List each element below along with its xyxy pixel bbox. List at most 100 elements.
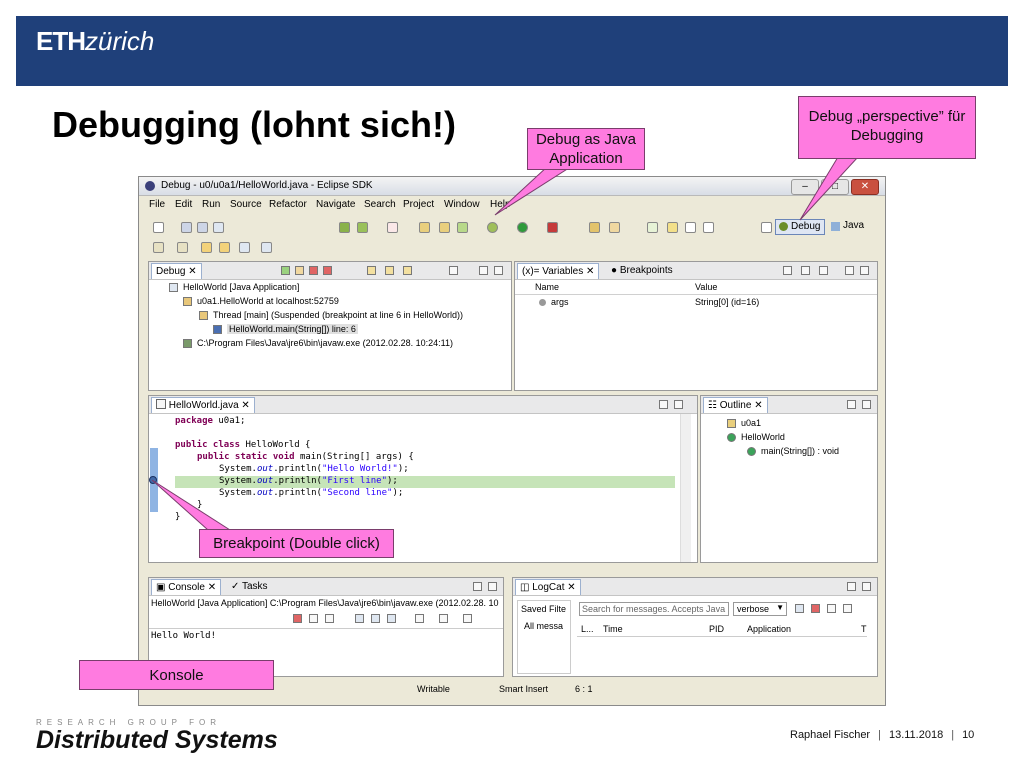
tab-debug[interactable]: Debug ✕ — [151, 263, 202, 279]
menu-window[interactable]: Window — [444, 199, 480, 210]
android-sdk-icon[interactable] — [339, 222, 350, 233]
column-application[interactable]: Application — [747, 624, 791, 634]
column-tag[interactable]: T — [861, 624, 867, 634]
tab-variables[interactable]: (x)= Variables ✕ — [517, 263, 600, 279]
forward-icon[interactable] — [239, 242, 250, 253]
all-messages-item[interactable]: All messa — [524, 621, 563, 631]
disconnect-icon[interactable] — [323, 266, 332, 275]
collapse-all-icon[interactable] — [801, 266, 810, 275]
editor-vertical-scrollbar[interactable] — [680, 414, 691, 562]
annotation-icon[interactable] — [647, 222, 658, 233]
print-icon[interactable] — [213, 222, 224, 233]
save-all-icon[interactable] — [197, 222, 208, 233]
previous-annotation-icon[interactable] — [177, 242, 188, 253]
column-level[interactable]: L... — [581, 624, 594, 634]
run-icon[interactable] — [517, 222, 528, 233]
open-console-icon[interactable] — [463, 614, 472, 623]
step-over-icon[interactable] — [385, 266, 394, 275]
save-icon[interactable] — [181, 222, 192, 233]
menu-refactor[interactable]: Refactor — [269, 199, 307, 210]
menu-run[interactable]: Run — [202, 199, 220, 210]
column-time[interactable]: Time — [603, 624, 623, 634]
column-name[interactable]: Name — [535, 282, 559, 292]
maximize-view-icon[interactable] — [494, 266, 503, 275]
toggle-filters-icon[interactable] — [827, 604, 836, 613]
next-annotation-icon[interactable] — [153, 242, 164, 253]
minimize-view-icon[interactable] — [845, 266, 854, 275]
column-pid[interactable]: PID — [709, 624, 724, 634]
step-into-icon[interactable] — [367, 266, 376, 275]
search-icon[interactable] — [609, 222, 620, 233]
last-edit-icon[interactable] — [201, 242, 212, 253]
show-whitespace-icon[interactable] — [703, 222, 714, 233]
tab-outline[interactable]: ☷ Outline ✕ — [703, 397, 768, 413]
tree-stack-frame[interactable]: HelloWorld.main(String[]) line: 6 — [227, 324, 358, 334]
outline-package[interactable]: u0a1 — [741, 418, 761, 428]
display-console-icon[interactable] — [439, 614, 448, 623]
menu-help[interactable]: Help — [490, 199, 511, 210]
minimize-view-icon[interactable] — [847, 400, 856, 409]
tree-process[interactable]: C:\Program Files\Java\jre6\bin\javaw.exe… — [197, 338, 453, 348]
view-menu-icon[interactable] — [819, 266, 828, 275]
new-icon[interactable] — [153, 222, 164, 233]
step-return-icon[interactable] — [403, 266, 412, 275]
maximize-view-icon[interactable] — [862, 582, 871, 591]
remove-all-icon[interactable] — [325, 614, 334, 623]
scroll-lock-icon[interactable] — [843, 604, 852, 613]
remove-launch-icon[interactable] — [309, 614, 318, 623]
scroll-lock-icon[interactable] — [355, 614, 364, 623]
minimize-view-icon[interactable] — [847, 582, 856, 591]
show-type-names-icon[interactable] — [783, 266, 792, 275]
forward-2-icon[interactable] — [261, 242, 272, 253]
pin-console-icon[interactable] — [415, 614, 424, 623]
tab-helloworld-java[interactable]: HelloWorld.java ✕ — [151, 397, 255, 413]
terminate-icon[interactable] — [293, 614, 302, 623]
close-button[interactable]: ✕ — [851, 179, 879, 195]
outline-method[interactable]: main(String[]) : void — [761, 446, 839, 456]
menu-navigate[interactable]: Navigate — [316, 199, 355, 210]
maximize-view-icon[interactable] — [860, 266, 869, 275]
new-package-icon[interactable] — [439, 222, 450, 233]
open-perspective-icon[interactable] — [761, 222, 772, 233]
breakpoint-marker[interactable] — [149, 476, 157, 484]
minimize-view-icon[interactable] — [473, 582, 482, 591]
menu-source[interactable]: Source — [230, 199, 262, 210]
save-log-icon[interactable] — [795, 604, 804, 613]
terminate-icon[interactable] — [309, 266, 318, 275]
java-perspective-button[interactable]: Java — [829, 219, 869, 235]
debug-perspective-button[interactable]: Debug — [775, 219, 825, 235]
view-menu-icon[interactable] — [449, 266, 458, 275]
tab-breakpoints[interactable]: ● Breakpoints — [607, 263, 677, 278]
tree-thread[interactable]: Thread [main] (Suspended (breakpoint at … — [213, 310, 463, 320]
maximize-view-icon[interactable] — [488, 582, 497, 591]
back-icon[interactable] — [219, 242, 230, 253]
maximize-button[interactable]: □ — [821, 179, 849, 195]
tab-console[interactable]: ▣ Console ✕ — [151, 579, 222, 595]
code-area[interactable]: package u0a1; public class HelloWorld { … — [175, 416, 675, 536]
new-class-icon[interactable] — [457, 222, 468, 233]
block-selection-icon[interactable] — [685, 222, 696, 233]
outline-class[interactable]: HelloWorld — [741, 432, 785, 442]
minimize-button[interactable]: – — [791, 179, 819, 195]
table-row[interactable]: args String[0] (id=16) — [515, 296, 877, 310]
maximize-view-icon[interactable] — [862, 400, 871, 409]
tab-logcat[interactable]: ◫ LogCat ✕ — [515, 579, 581, 595]
debug-icon[interactable] — [487, 222, 498, 233]
new-java-project-icon[interactable] — [419, 222, 430, 233]
tree-launch[interactable]: HelloWorld [Java Application] — [183, 282, 299, 292]
menu-edit[interactable]: Edit — [175, 199, 192, 210]
minimize-view-icon[interactable] — [659, 400, 668, 409]
column-value[interactable]: Value — [695, 282, 717, 292]
resume-icon[interactable] — [281, 266, 290, 275]
word-wrap-icon[interactable] — [371, 614, 380, 623]
menu-file[interactable]: File — [149, 199, 165, 210]
maximize-view-icon[interactable] — [674, 400, 683, 409]
mark-occurrences-icon[interactable] — [667, 222, 678, 233]
lint-icon[interactable] — [387, 222, 398, 233]
tab-tasks[interactable]: ✓ Tasks — [227, 579, 272, 594]
logcat-search-input[interactable]: Search for messages. Accepts Java — [579, 602, 729, 616]
menu-project[interactable]: Project — [403, 199, 434, 210]
tree-vm[interactable]: u0a1.HelloWorld at localhost:52759 — [197, 296, 339, 306]
suspend-icon[interactable] — [295, 266, 304, 275]
menu-search[interactable]: Search — [364, 199, 396, 210]
